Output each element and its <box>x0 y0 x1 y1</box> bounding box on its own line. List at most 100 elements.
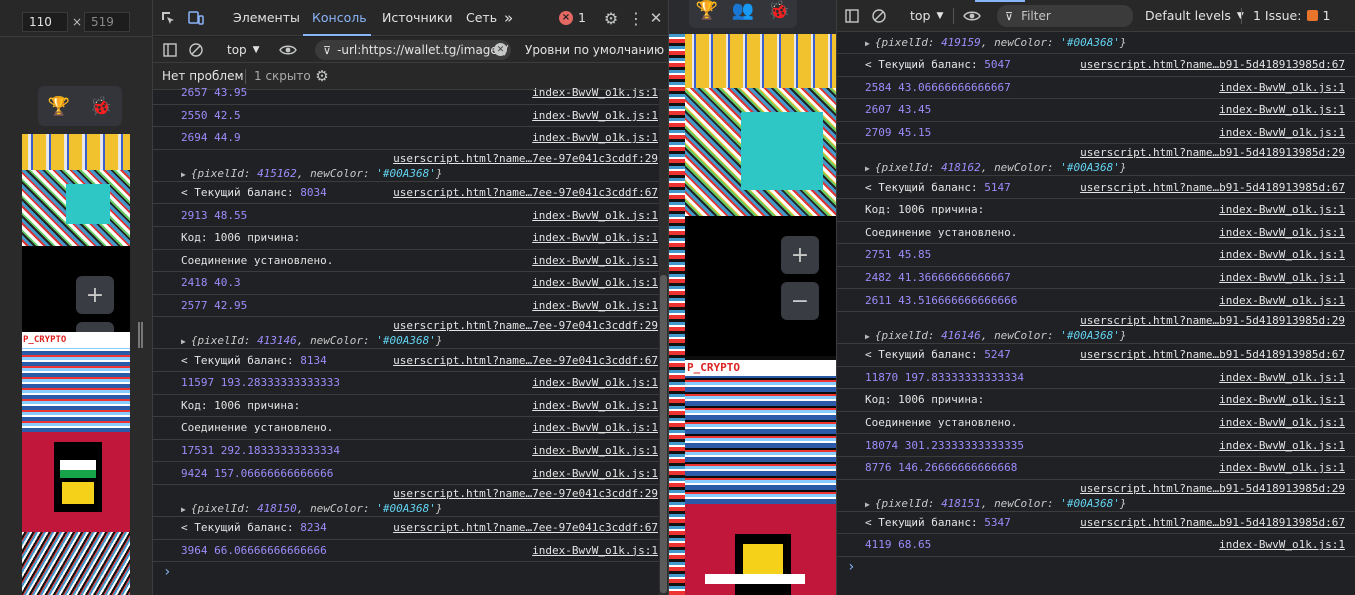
console-prompt[interactable]: › <box>837 557 1355 577</box>
source-link[interactable]: index-BwvW_o1k.js:1 <box>532 209 658 222</box>
source-link[interactable]: index-BwvW_o1k.js:1 <box>532 299 658 312</box>
source-link[interactable]: index-BwvW_o1k.js:1 <box>1219 203 1345 216</box>
source-link[interactable]: userscript.html?name…b91-5d418913985d:29 <box>1080 314 1345 327</box>
tab-network[interactable]: Сеть <box>466 0 497 35</box>
sidebar-toggle-icon[interactable] <box>843 7 861 25</box>
source-link[interactable]: index-BwvW_o1k.js:1 <box>1219 103 1345 116</box>
object-preview[interactable]: ▶ {pixelId: 418150, newColor: '#00A368'} <box>181 501 658 516</box>
log-levels-selector[interactable]: Уровни по умолчанию▼ <box>525 37 668 62</box>
clear-console-icon[interactable] <box>870 7 888 25</box>
source-link[interactable]: index-BwvW_o1k.js:1 <box>1219 248 1345 261</box>
source-link[interactable]: userscript.html?name…b91-5d418913985d:67 <box>1080 58 1345 71</box>
expand-triangle-icon[interactable]: ▶ <box>865 332 870 341</box>
tab-sources[interactable]: Источники <box>382 0 453 35</box>
source-link[interactable]: userscript.html?name…b91-5d418913985d:67 <box>1080 516 1345 529</box>
source-link[interactable]: index-BwvW_o1k.js:1 <box>1219 126 1345 139</box>
live-expression-eye-icon[interactable] <box>961 7 983 25</box>
source-link[interactable]: index-BwvW_o1k.js:1 <box>1219 538 1345 551</box>
expand-triangle-icon[interactable]: ▶ <box>865 500 870 509</box>
tab-console[interactable]: Консоль <box>312 0 367 35</box>
expand-triangle-icon[interactable]: ▶ <box>865 164 870 173</box>
issues-counter[interactable]: 1 Issue: 1 <box>1253 0 1330 31</box>
source-link[interactable]: index-BwvW_o1k.js:1 <box>532 254 658 267</box>
log-levels-selector[interactable]: Default levels▼ <box>1145 0 1244 31</box>
source-link[interactable]: index-BwvW_o1k.js:1 <box>1219 294 1345 307</box>
source-link[interactable]: index-BwvW_o1k.js:1 <box>532 376 658 389</box>
source-link[interactable]: userscript.html?name…b91-5d418913985d:67 <box>1080 348 1345 361</box>
object-log-row[interactable]: userscript.html?name…b91-5d418913985d:29… <box>837 480 1355 512</box>
filter-input[interactable]: ⊽ Filter <box>997 5 1133 27</box>
trophy-icon[interactable]: 🏆 <box>48 96 70 117</box>
object-preview[interactable]: ▶ {pixelId: 418162, newColor: '#00A368'} <box>865 160 1345 175</box>
sidebar-toggle-icon[interactable] <box>161 41 179 59</box>
trophy-icon[interactable]: 🏆 <box>696 0 718 21</box>
source-link[interactable]: index-BwvW_o1k.js:1 <box>532 276 658 289</box>
object-log-row[interactable]: userscript.html?name…7ee-97e041c3cddf:29… <box>153 150 668 182</box>
source-link[interactable]: userscript.html?name…b91-5d418913985d:29 <box>1080 482 1345 495</box>
object-log-row[interactable]: userscript.html?name…b91-5d418913985d:29… <box>837 312 1355 344</box>
console-prompt[interactable]: › <box>153 562 668 582</box>
bug-icon[interactable]: 🐞 <box>768 0 790 21</box>
object-log-row[interactable]: userscript.html?name…7ee-97e041c3cddf:29… <box>153 485 668 517</box>
viewport-height-input[interactable]: 519 <box>84 12 130 32</box>
tab-elements[interactable]: Элементы <box>233 0 300 35</box>
more-tabs-icon[interactable]: » <box>504 0 513 35</box>
source-link[interactable]: index-BwvW_o1k.js:1 <box>532 544 658 557</box>
context-selector[interactable]: top ▼ <box>227 37 260 62</box>
object-preview[interactable]: ▶ {pixelId: 416146, newColor: '#00A368'} <box>865 328 1345 343</box>
source-link[interactable]: userscript.html?name…7ee-97e041c3cddf:29 <box>393 487 658 500</box>
source-link[interactable]: index-BwvW_o1k.js:1 <box>532 399 658 412</box>
resize-handle[interactable] <box>138 322 143 348</box>
close-icon[interactable]: ✕ <box>647 8 665 28</box>
zoom-out-button[interactable]: − <box>781 282 819 320</box>
expand-triangle-icon[interactable]: ▶ <box>181 170 186 179</box>
clear-console-icon[interactable] <box>187 41 205 59</box>
expand-triangle-icon[interactable]: ▶ <box>865 39 870 48</box>
inspect-element-icon[interactable] <box>159 9 177 27</box>
source-link[interactable]: index-BwvW_o1k.js:1 <box>532 109 658 122</box>
viewport-width-input[interactable]: 110 <box>22 12 68 32</box>
source-link[interactable]: index-BwvW_o1k.js:1 <box>532 444 658 457</box>
object-log-row[interactable]: ▶ {pixelId: 419159, newColor: '#00A368'} <box>837 32 1355 54</box>
source-link[interactable]: index-BwvW_o1k.js:1 <box>532 231 658 244</box>
source-link[interactable]: index-BwvW_o1k.js:1 <box>532 86 658 99</box>
object-preview[interactable]: ▶ {pixelId: 418151, newColor: '#00A368'} <box>865 496 1345 511</box>
object-preview[interactable]: ▶ {pixelId: 415162, newColor: '#00A368'} <box>181 166 658 181</box>
source-link[interactable]: userscript.html?name…7ee-97e041c3cddf:67 <box>393 354 658 367</box>
source-link[interactable]: index-BwvW_o1k.js:1 <box>1219 81 1345 94</box>
source-link[interactable]: index-BwvW_o1k.js:1 <box>532 467 658 480</box>
source-link[interactable]: index-BwvW_o1k.js:1 <box>532 131 658 144</box>
source-link[interactable]: index-BwvW_o1k.js:1 <box>1219 393 1345 406</box>
source-link[interactable]: index-BwvW_o1k.js:1 <box>532 421 658 434</box>
zoom-in-button[interactable]: + <box>781 236 819 274</box>
source-link[interactable]: userscript.html?name…7ee-97e041c3cddf:29 <box>393 152 658 165</box>
source-link[interactable]: userscript.html?name…7ee-97e041c3cddf:29 <box>393 319 658 332</box>
source-link[interactable]: userscript.html?name…7ee-97e041c3cddf:67 <box>393 521 658 534</box>
scrollbar-thumb[interactable] <box>660 275 667 593</box>
source-link[interactable]: userscript.html?name…b91-5d418913985d:29 <box>1080 146 1345 159</box>
source-link[interactable]: index-BwvW_o1k.js:1 <box>1219 271 1345 284</box>
filter-input[interactable]: ⊽ -url:https://wallet.tg/images/ ✕ <box>315 40 511 60</box>
add-user-icon[interactable]: 👥 <box>732 0 754 21</box>
object-preview[interactable]: ▶ {pixelId: 413146, newColor: '#00A368'} <box>181 333 658 348</box>
expand-triangle-icon[interactable]: ▶ <box>181 505 186 514</box>
settings-gear-icon[interactable]: ⚙ <box>601 8 621 28</box>
device-toolbar-icon[interactable] <box>187 9 205 27</box>
source-link[interactable]: userscript.html?name…b91-5d418913985d:67 <box>1080 181 1345 194</box>
live-expression-eye-icon[interactable] <box>277 41 299 59</box>
source-link[interactable]: index-BwvW_o1k.js:1 <box>1219 226 1345 239</box>
console-scrollbar[interactable] <box>659 90 668 595</box>
source-link[interactable]: userscript.html?name…7ee-97e041c3cddf:67 <box>393 186 658 199</box>
error-counter[interactable]: × 1 <box>559 0 586 35</box>
zoom-in-button[interactable]: + <box>76 276 114 314</box>
source-link[interactable]: index-BwvW_o1k.js:1 <box>1219 371 1345 384</box>
more-options-icon[interactable]: ⋮ <box>628 8 644 28</box>
source-link[interactable]: index-BwvW_o1k.js:1 <box>1219 439 1345 452</box>
object-log-row[interactable]: userscript.html?name…b91-5d418913985d:29… <box>837 144 1355 177</box>
source-link[interactable]: index-BwvW_o1k.js:1 <box>1219 461 1345 474</box>
clear-filter-icon[interactable]: ✕ <box>494 43 507 56</box>
source-link[interactable]: index-BwvW_o1k.js:1 <box>1219 416 1345 429</box>
bug-icon[interactable]: 🐞 <box>90 96 112 117</box>
object-log-row[interactable]: userscript.html?name…7ee-97e041c3cddf:29… <box>153 317 668 350</box>
expand-triangle-icon[interactable]: ▶ <box>181 337 186 346</box>
